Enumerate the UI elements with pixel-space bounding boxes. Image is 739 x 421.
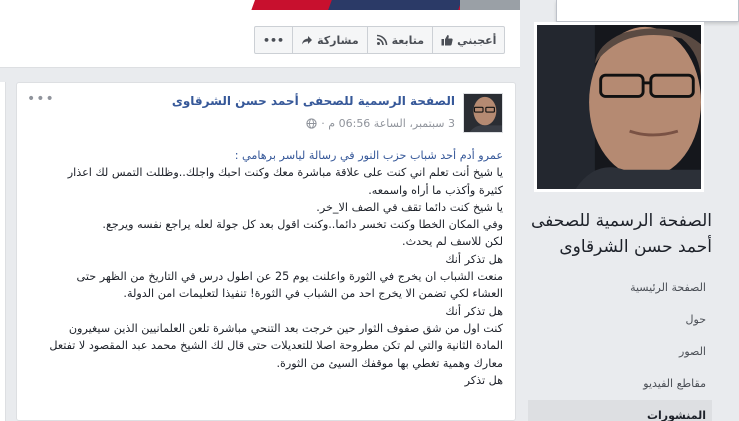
post-author-avatar[interactable] <box>463 93 503 133</box>
post-line: كنت اول من شق صفوف الثوار حين خرجت بعد ا… <box>68 321 503 335</box>
post-line: يا شيخ كنت دائما تقف في الصف الا_خر. <box>316 200 503 214</box>
post-line: كثيرة وأكذب ما أراه واسمعه. <box>368 183 503 197</box>
post-line: عمرو أدم أحد شباب حزب النور في رسالة ليا… <box>234 149 503 162</box>
sidebar-item-videos[interactable]: مقاطع الفيديو <box>528 368 712 400</box>
post-line: العشاء لكي تضمن الا يخرج احد من الشباب ف… <box>123 287 503 301</box>
thumbs-up-icon <box>441 35 453 46</box>
post-line: معارك وهمية تغطي بها موقفك السيئ من الثو… <box>276 356 503 370</box>
post-line: يا شيخ أنت تعلم اني كنت على علاقة مباشرة… <box>67 166 503 180</box>
sidebar-item-photos[interactable]: الصور <box>528 336 712 368</box>
post-card: ••• الصفحة الرسمية للصحفى أحمد حسن الشرق… <box>16 82 516 421</box>
page-name[interactable]: الصفحة الرسمية للصحفى أحمد حسن الشرقاوى <box>528 208 712 260</box>
dropdown-panel <box>556 0 739 22</box>
rss-icon <box>376 34 387 46</box>
sidebar-item-about[interactable]: حول <box>528 304 712 336</box>
follow-label: متابعة <box>391 33 425 47</box>
post-line: لكن للاسف لم يحدث. <box>402 235 503 249</box>
like-label: أعجبني <box>457 33 497 47</box>
post-meta: 3 سبتمبر، الساعة 06:56 م · <box>306 117 455 130</box>
more-options-button[interactable]: ••• <box>255 27 292 53</box>
post-author-name[interactable]: الصفحة الرسمية للصحفى أحمد حسن الشرقاوى <box>172 94 455 108</box>
post-line: هل تذكر أنك <box>445 304 503 318</box>
post-timestamp[interactable]: 3 سبتمبر، الساعة 06:56 م · <box>321 117 455 130</box>
profile-photo[interactable] <box>534 22 704 192</box>
sidebar-item-posts[interactable]: المنشورات <box>528 400 712 421</box>
share-button[interactable]: مشاركة <box>292 27 367 53</box>
post-options-button[interactable]: ••• <box>27 91 55 107</box>
share-label: مشاركة <box>317 33 359 47</box>
post-body: عمرو أدم أحد شباب حزب النور في رسالة ليا… <box>25 147 503 389</box>
post-line: هل تذكر أنك <box>445 252 503 266</box>
share-arrow-icon <box>302 36 313 45</box>
post-line: منعت الشباب ان يخرج في الثورة واعلنت يوم… <box>76 270 503 284</box>
sidebar-item-home[interactable]: الصفحة الرئيسية <box>528 272 712 304</box>
page-action-bar: ••• مشاركة متابعة أعجبني <box>254 26 506 54</box>
post-line: هل تذكر <box>464 373 503 387</box>
cover-photo-strip <box>0 0 520 10</box>
like-button[interactable]: أعجبني <box>432 27 504 53</box>
post-line: وفي المكان الخطا وكنت تخسر دائما..وكنت ا… <box>102 218 503 232</box>
page-sidebar-nav: الصفحة الرئيسية حول الصور مقاطع الفيديو … <box>528 272 712 421</box>
left-column-edge <box>0 82 6 421</box>
globe-icon <box>306 118 317 129</box>
follow-button[interactable]: متابعة <box>366 27 432 53</box>
post-line: المادة الثانية والتي لم تكن مطروحة اصلا … <box>49 339 503 353</box>
